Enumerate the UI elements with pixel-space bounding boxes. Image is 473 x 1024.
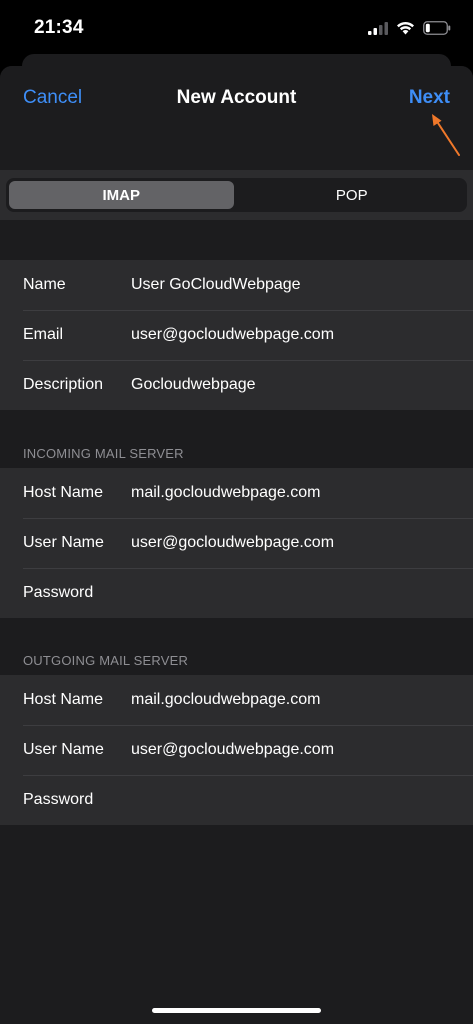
segment-imap[interactable]: IMAP [9, 181, 234, 209]
outgoing-host-field[interactable] [131, 691, 461, 709]
page-title: New Account [176, 87, 297, 108]
incoming-server-header: INCOMING MAIL SERVER [23, 446, 184, 461]
outgoing-password-label: Password [23, 791, 94, 808]
signal-icon [368, 21, 388, 35]
outgoing-host-label: Host Name [23, 691, 104, 708]
description-label: Description [23, 376, 104, 393]
battery-icon [423, 21, 451, 35]
incoming-username-field[interactable] [131, 534, 461, 552]
wifi-icon [397, 21, 414, 35]
home-indicator[interactable] [152, 1008, 321, 1013]
new-account-sheet: Cancel New Account Next IMAP POP Name Em… [0, 66, 473, 1024]
incoming-server-group: Host Name User Name Password [0, 468, 473, 618]
incoming-host-row[interactable]: Host Name [0, 468, 473, 518]
description-field[interactable] [131, 376, 461, 394]
description-row[interactable]: Description [0, 360, 473, 410]
incoming-username-row[interactable]: User Name [0, 518, 473, 568]
status-bar: 21:34 [0, 0, 473, 56]
outgoing-server-header: OUTGOING MAIL SERVER [23, 653, 189, 668]
account-type-band: IMAP POP [0, 170, 473, 220]
outgoing-password-field[interactable] [131, 791, 461, 809]
outgoing-server-group: Host Name User Name Password [0, 675, 473, 825]
email-label: Email [23, 326, 64, 343]
outgoing-password-row[interactable]: Password [0, 775, 473, 825]
navigation-bar: Cancel New Account Next [0, 66, 473, 170]
account-info-group: Name Email Description [0, 260, 473, 410]
outgoing-username-field[interactable] [131, 741, 461, 759]
email-field[interactable] [131, 326, 461, 344]
outgoing-username-row[interactable]: User Name [0, 725, 473, 775]
email-row[interactable]: Email [0, 310, 473, 360]
incoming-password-label: Password [23, 584, 94, 601]
outgoing-host-row[interactable]: Host Name [0, 675, 473, 725]
annotation-arrow-icon [432, 114, 460, 156]
name-label: Name [23, 276, 66, 293]
segment-pop[interactable]: POP [240, 181, 465, 209]
next-button[interactable]: Next [409, 87, 450, 109]
account-type-segmented-control: IMAP POP [6, 178, 467, 212]
name-field[interactable] [131, 276, 461, 294]
status-time: 21:34 [34, 17, 84, 38]
incoming-host-label: Host Name [23, 484, 104, 501]
status-icons [368, 17, 451, 39]
outgoing-username-label: User Name [23, 741, 104, 758]
incoming-password-row[interactable]: Password [0, 568, 473, 618]
incoming-host-field[interactable] [131, 484, 461, 502]
incoming-password-field[interactable] [131, 584, 461, 602]
name-row[interactable]: Name [0, 260, 473, 310]
incoming-username-label: User Name [23, 534, 104, 551]
